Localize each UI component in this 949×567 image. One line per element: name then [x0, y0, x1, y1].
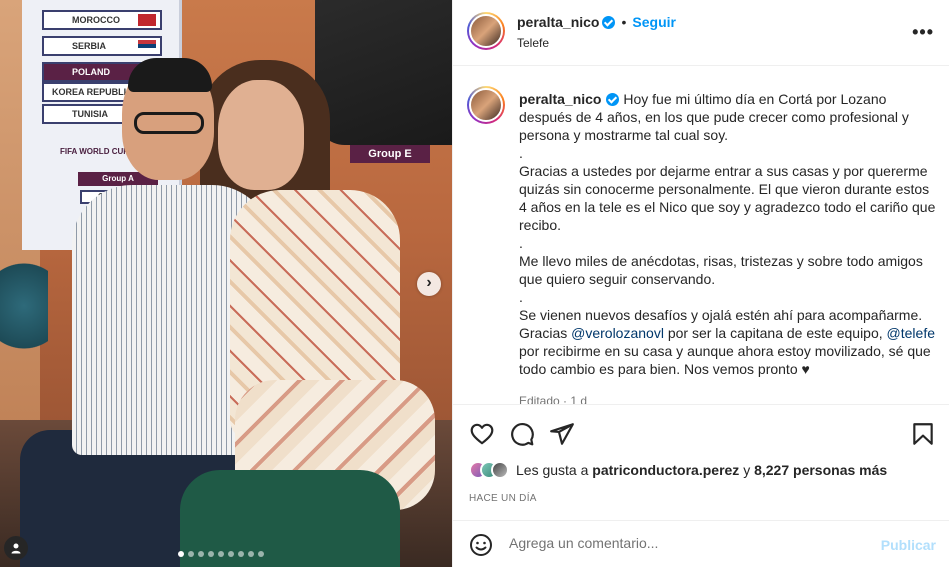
post-photo[interactable]: MOROCCO SERBIA POLAND KOREA REPUBLIC TUN… — [0, 0, 452, 567]
man-hair — [128, 58, 212, 92]
board-row-label: KOREA REPUBLIC — [52, 87, 133, 97]
background-person — [315, 0, 452, 145]
board-row: SERBIA — [42, 36, 162, 56]
board-row: MOROCCO — [42, 10, 162, 30]
carousel-dot — [208, 551, 214, 557]
board-title: FIFA WORLD CUP — [60, 147, 129, 156]
emoji-icon — [470, 534, 492, 556]
follow-button[interactable]: Seguir — [632, 14, 676, 30]
post-panel: peralta_nico • Seguir Telefe ••• peralta… — [452, 0, 949, 567]
carousel-dot — [188, 551, 194, 557]
carousel-next-button[interactable]: › — [417, 272, 441, 296]
author-line: peralta_nico • Seguir — [517, 14, 676, 30]
verified-badge-icon — [602, 15, 616, 29]
caption-paragraph: por recibirme en su casa y aunque ahora … — [519, 343, 931, 377]
user-icon — [11, 543, 21, 554]
caption-area: peralta_nico Hoy fue mi último día en Co… — [453, 66, 949, 404]
mention-link[interactable]: @telefe — [887, 325, 935, 341]
comment-icon — [511, 423, 534, 446]
verified-badge-icon — [606, 93, 620, 106]
caption-author-avatar[interactable] — [467, 86, 505, 124]
comment-input[interactable] — [509, 535, 869, 551]
separator-dot: • — [621, 14, 627, 30]
publish-button[interactable]: Publicar — [881, 537, 936, 553]
send-icon — [550, 423, 574, 445]
save-button[interactable] — [910, 421, 938, 449]
author-username[interactable]: peralta_nico — [517, 14, 599, 30]
mention-link[interactable]: @verolozanovl — [571, 325, 664, 341]
carousel-dot — [228, 551, 234, 557]
likes-summary: Les gusta a patriconductora.perez y 8,22… — [469, 461, 887, 479]
board-row-label: TUNISIA — [72, 109, 108, 119]
decor-vase — [0, 240, 48, 350]
board-row-label: MOROCCO — [72, 15, 120, 25]
likes-prefix: Les gusta a — [516, 462, 593, 478]
carousel-dot — [248, 551, 254, 557]
carousel-dot — [258, 551, 264, 557]
group-e-label: Group E — [350, 145, 430, 163]
caption-paragraph: Gracias a ustedes por dejarme entrar a s… — [519, 163, 936, 233]
flag-icon — [138, 14, 156, 26]
likes-text: Les gusta a patriconductora.perez y 8,22… — [516, 462, 887, 478]
bookmark-icon — [913, 423, 933, 445]
share-button[interactable] — [549, 421, 577, 449]
board-row-label: SERBIA — [72, 41, 107, 51]
comment-button[interactable] — [509, 421, 537, 449]
location-link[interactable]: Telefe — [517, 36, 549, 50]
caption-separator: . — [519, 235, 523, 251]
caption-separator: . — [519, 289, 523, 305]
comment-bar: Publicar — [453, 520, 949, 567]
action-bar: Les gusta a patriconductora.perez y 8,22… — [453, 404, 949, 520]
woman-face — [218, 80, 304, 190]
emoji-button[interactable] — [469, 533, 497, 561]
caption-text: peralta_nico Hoy fue mi último día en Co… — [519, 90, 939, 378]
more-options-icon[interactable]: ••• — [912, 22, 934, 43]
glasses — [134, 112, 204, 134]
carousel-dot — [198, 551, 204, 557]
heart-icon — [470, 423, 494, 445]
carousel-dot — [238, 551, 244, 557]
caption-separator: . — [519, 145, 523, 161]
post-timestamp[interactable]: HACE UN DÍA — [469, 493, 537, 504]
caption-paragraph: por ser la capitana de este equipo, — [663, 325, 887, 341]
post-header: peralta_nico • Seguir Telefe ••• — [453, 0, 949, 66]
carousel-indicator — [178, 551, 264, 557]
caption-paragraph: Me llevo miles de anécdotas, risas, tris… — [519, 253, 923, 287]
carousel-dot — [218, 551, 224, 557]
liker-avatar[interactable] — [491, 461, 509, 479]
board-row-label: POLAND — [72, 67, 110, 77]
likes-count[interactable]: 8,227 personas más — [754, 462, 887, 478]
tagged-users-button[interactable] — [4, 536, 28, 560]
edited-label: Editado · 1 d — [519, 394, 588, 404]
carousel-dot — [178, 551, 184, 557]
likes-connector: y — [739, 462, 755, 478]
author-avatar[interactable] — [467, 12, 505, 50]
like-button[interactable] — [469, 421, 497, 449]
flag-icon — [138, 40, 156, 52]
caption-username[interactable]: peralta_nico — [519, 91, 601, 107]
liker-username[interactable]: patriconductora.perez — [592, 462, 739, 478]
